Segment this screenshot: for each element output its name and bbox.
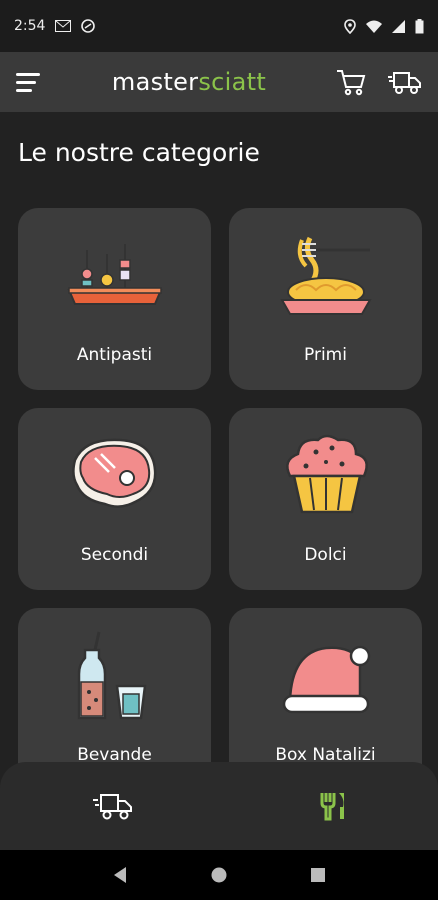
system-navigation-bar bbox=[0, 850, 438, 900]
pasta-fork-icon bbox=[279, 236, 372, 315]
category-label: Antipasti bbox=[76, 345, 153, 365]
santa-hat-icon bbox=[282, 645, 370, 714]
delivery-truck-icon[interactable] bbox=[93, 791, 133, 821]
category-label: Dolci bbox=[304, 545, 347, 565]
drinks-icon bbox=[77, 631, 146, 720]
location-icon bbox=[344, 18, 356, 34]
bottom-navigation bbox=[0, 762, 438, 850]
brand-part1: master bbox=[111, 68, 199, 96]
gmail-notification-icon bbox=[55, 20, 72, 32]
delivery-truck-icon[interactable] bbox=[387, 69, 422, 95]
category-label: Secondi bbox=[80, 545, 149, 565]
notification-icon bbox=[81, 19, 96, 33]
category-card-antipasti[interactable]: Antipasti bbox=[18, 208, 211, 390]
home-icon[interactable] bbox=[211, 867, 227, 883]
category-card-secondi[interactable]: Secondi bbox=[18, 408, 211, 590]
status-bar: 2:54 bbox=[0, 0, 438, 52]
battery-icon bbox=[415, 18, 424, 33]
brand-part2: sciatt bbox=[198, 68, 267, 96]
signal-icon bbox=[392, 19, 405, 33]
steak-icon bbox=[71, 438, 156, 508]
status-time: 2:54 bbox=[14, 18, 46, 34]
back-icon[interactable] bbox=[112, 866, 128, 884]
category-label: Primi bbox=[304, 345, 347, 365]
category-card-primi[interactable]: Primi bbox=[229, 208, 422, 390]
fork-knife-icon[interactable] bbox=[319, 791, 345, 821]
cart-icon[interactable] bbox=[336, 68, 366, 96]
app-bar: mastersciatt bbox=[0, 52, 438, 112]
appetizer-skewers-icon bbox=[66, 244, 163, 305]
category-card-dolci[interactable]: Dolci bbox=[229, 408, 422, 590]
recents-icon[interactable] bbox=[310, 867, 326, 883]
wifi-icon bbox=[366, 20, 382, 33]
app-logo: mastersciatt bbox=[112, 68, 266, 96]
muffin-icon bbox=[285, 434, 368, 514]
page-title: Le nostre categorie bbox=[18, 138, 260, 167]
category-grid: Antipasti Primi Secondi Dolci Bevande Bo… bbox=[18, 208, 422, 790]
menu-icon[interactable] bbox=[16, 71, 42, 93]
